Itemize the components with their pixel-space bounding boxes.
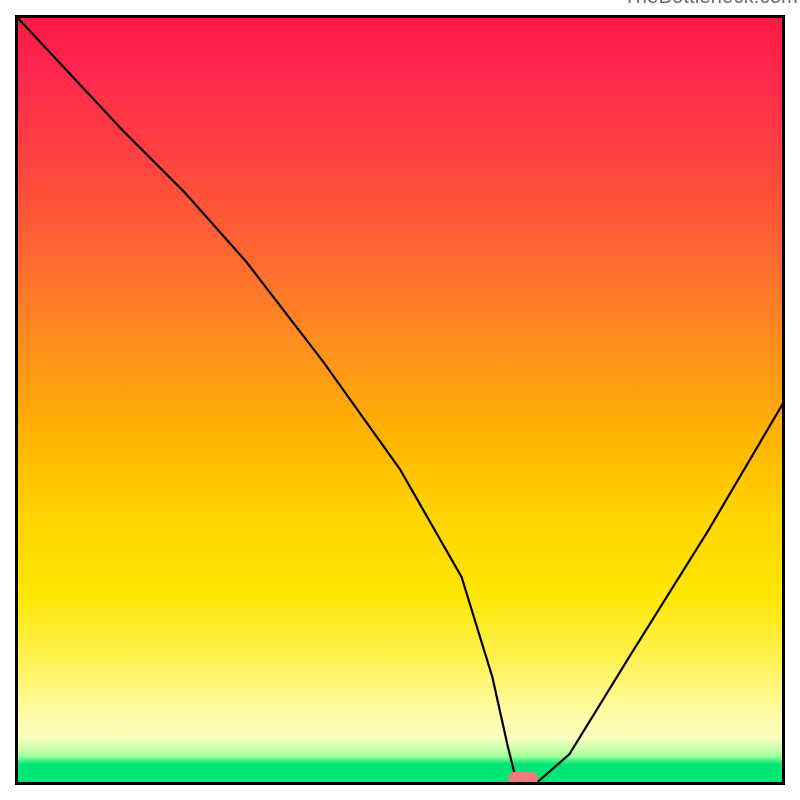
watermark-text: TheBottleneck.com xyxy=(623,0,798,9)
bottleneck-curve-path xyxy=(15,15,785,781)
bottleneck-marker xyxy=(508,772,538,785)
curve-svg xyxy=(15,15,785,785)
chart-container: TheBottleneck.com xyxy=(0,0,800,800)
plot-area xyxy=(15,15,785,785)
